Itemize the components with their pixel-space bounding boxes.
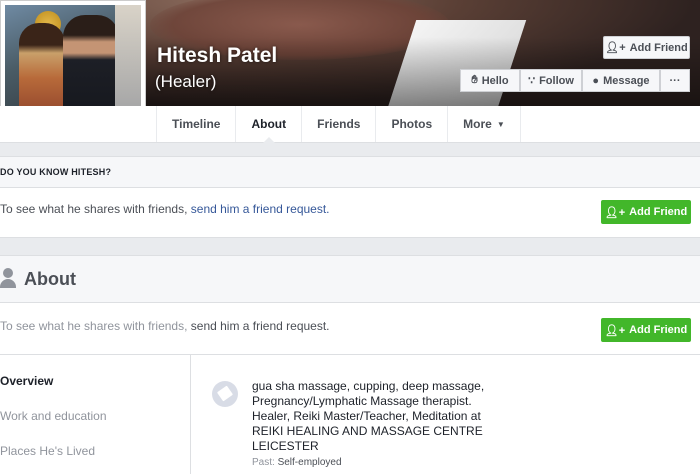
hello-button[interactable]: ✋︎ Hello [460,69,520,92]
tab-label: More [463,117,492,131]
wave-icon: ✋︎ [471,74,478,86]
message-label: Message [603,74,650,87]
add-friend-label: Add Friend [629,41,688,54]
more-dots-label: ··· [669,74,681,87]
about-notice-text: To see what he shares with friends, send… [0,319,330,333]
add-friend-icon: 👤︎+ [605,42,626,54]
more-options-button[interactable]: ··· [660,69,690,92]
work-description: gua sha massage, cupping, deep massage, … [252,379,502,454]
about-title: About [24,269,76,289]
profile-nickname: (Healer) [155,72,217,91]
notice-text: To see what he shares with friends, [0,319,191,333]
about-add-friend-button[interactable]: 👤︎+ Add Friend [601,318,691,342]
friend-request-link[interactable]: send him a friend request. [191,202,330,216]
profile-tab-bar: Timeline About Friends Photos More ▼ [0,106,700,143]
nav-overview[interactable]: Overview [0,374,53,388]
add-friend-button[interactable]: 👤︎+ Add Friend [601,200,691,224]
work-past: Past: Self-employed [252,457,342,468]
add-friend-label: Add Friend [629,324,688,336]
friend-request-link[interactable]: send him a friend request. [191,319,330,333]
tab-label: Friends [317,117,361,131]
do-you-know-header: DO YOU KNOW HITESH? [0,156,700,188]
do-you-know-body: To see what he shares with friends, send… [0,188,700,238]
tab-label: About [251,117,287,131]
prompt-text: To see what he shares with friends, [0,202,191,216]
add-friend-icon: 👤︎+ [604,206,626,219]
work-line: Healer, Reiki Master/Teacher, Meditation… [252,409,481,423]
add-friend-button[interactable]: 👤︎+ Add Friend [603,36,690,59]
nav-places-lived[interactable]: Places He's Lived [0,444,95,458]
tab-friends[interactable]: Friends [301,106,375,142]
caret-down-icon: ▼ [496,119,505,129]
person-icon [0,268,16,288]
briefcase-icon [212,381,238,407]
tab-label: Photos [391,117,433,131]
do-you-know-heading: DO YOU KNOW HITESH? [0,167,112,177]
messenger-icon: ● [592,74,600,87]
past-value: Self-employed [277,457,342,468]
tab-timeline[interactable]: Timeline [156,106,235,142]
tab-label: Timeline [172,117,221,131]
past-label: Past: [252,457,275,468]
follow-button[interactable]: ∵ Follow [520,69,582,92]
add-friend-icon: 👤︎+ [604,324,626,337]
work-line[interactable]: REIKI HEALING AND MASSAGE CENTRE [252,424,502,439]
work-line: Pregnancy/Lymphatic Massage therapist. [252,394,472,408]
about-side-nav: Overview Work and education Places He's … [0,355,191,474]
tab-more[interactable]: More ▼ [447,106,521,142]
about-header: About [0,255,700,303]
profile-name[interactable]: Hitesh Patel [157,44,277,68]
message-button[interactable]: ● Message [582,69,660,92]
about-content: Overview Work and education Places He's … [0,355,700,474]
hello-label: Hello [481,74,509,87]
follow-label: Follow [539,74,574,87]
friend-request-prompt: To see what he shares with friends, send… [0,202,330,216]
tab-about[interactable]: About [235,106,301,143]
work-line[interactable]: LEICESTER [252,439,502,454]
rss-icon: ∵ [528,75,536,87]
work-line: gua sha massage, cupping, deep massage, [252,379,485,393]
tab-list: Timeline About Friends Photos More ▼ [156,106,521,143]
profile-actions: ✋︎ Hello ∵ Follow ● Message ··· [460,69,690,93]
about-notice: To see what he shares with friends, send… [0,303,700,355]
add-friend-label: Add Friend [629,206,688,218]
nav-work-education[interactable]: Work and education [0,409,107,423]
tab-photos[interactable]: Photos [375,106,447,142]
